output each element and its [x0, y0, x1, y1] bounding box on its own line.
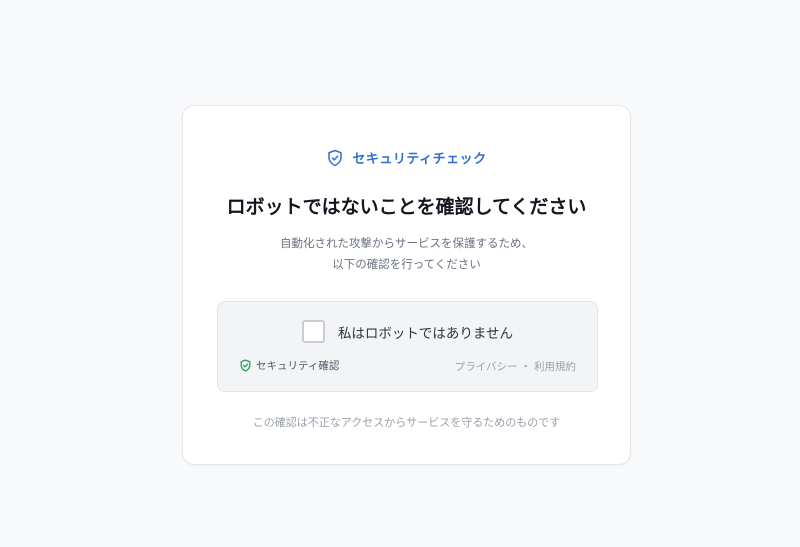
legal-links: プライバシー ・ 利用規約	[455, 359, 576, 374]
description-line-1: 自動化された攻撃からサービスを保護するため、	[280, 236, 533, 250]
captcha-check-row: 私はロボットではありません	[218, 320, 597, 343]
shield-check-icon	[239, 359, 252, 372]
security-badge: セキュリティ確認	[239, 358, 339, 373]
captcha-widget: 私はロボットではありません セキュリティ確認 プライバシー ・ 利用規約	[217, 301, 598, 392]
header-label: セキュリティチェック	[352, 152, 487, 167]
badge-label: セキュリティ確認	[256, 360, 340, 372]
checkbox-label[interactable]: 私はロボットではありません	[338, 322, 513, 342]
card-header: セキュリティチェック	[183, 148, 630, 167]
shield-check-icon	[326, 149, 344, 167]
description: 自動化された攻撃からサービスを保護するため、 以下の確認を行ってください	[183, 233, 630, 275]
verification-card: セキュリティチェック ロボットではないことを確認してください 自動化された攻撃か…	[182, 105, 631, 465]
footer-note: この確認は不正なアクセスからサービスを守るためのものです	[252, 416, 561, 429]
terms-link[interactable]: 利用規約	[534, 359, 576, 374]
page: セキュリティチェック ロボットではないことを確認してください 自動化された攻撃か…	[0, 0, 800, 547]
privacy-link[interactable]: プライバシー	[455, 359, 518, 374]
not-robot-checkbox[interactable]	[301, 320, 325, 343]
description-line-2: 以下の確認を行ってください	[332, 257, 481, 271]
link-separator: ・	[520, 361, 532, 373]
page-title: ロボットではないことを確認してください	[226, 196, 587, 218]
